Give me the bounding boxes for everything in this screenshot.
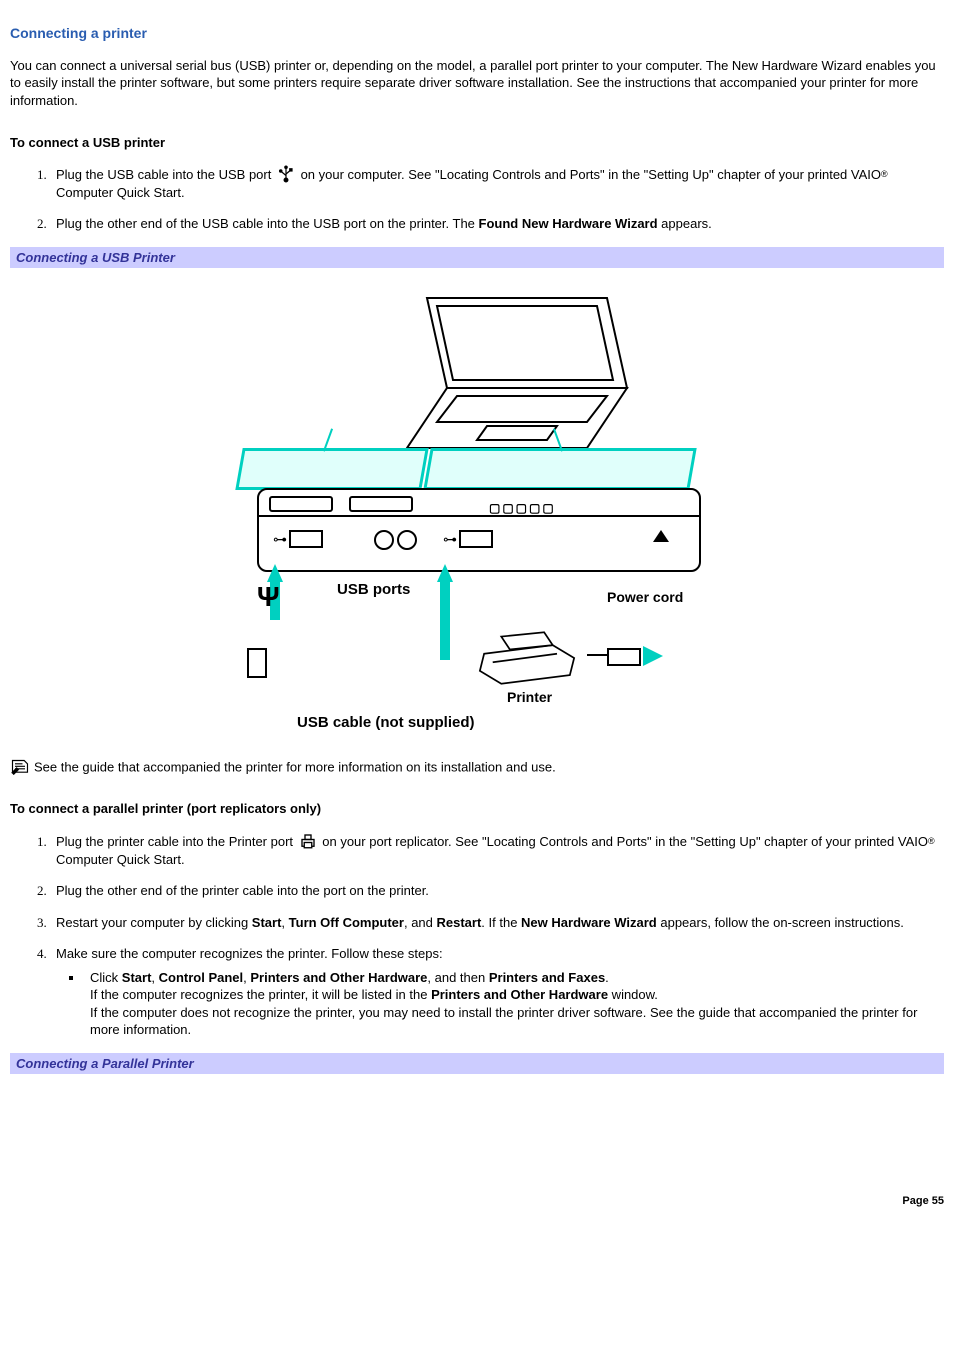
note-line: See the guide that accompanied the print… bbox=[10, 758, 944, 776]
b-l2c: window. bbox=[608, 987, 658, 1002]
callout-left bbox=[235, 448, 428, 490]
parallel-step-3: Restart your computer by clicking Start,… bbox=[50, 914, 944, 932]
parallel-step-2: Plug the other end of the printer cable … bbox=[50, 882, 944, 900]
b-b2: Control Panel bbox=[159, 970, 244, 985]
usb-step-1-text-b: on your computer. See "Locating Controls… bbox=[297, 167, 881, 182]
parallel-step-1-text-a: Plug the printer cable into the Printer … bbox=[56, 834, 297, 849]
parallel-steps: Plug the printer cable into the Printer … bbox=[10, 832, 944, 1039]
registered-mark: ® bbox=[881, 169, 888, 179]
usb-connector bbox=[247, 648, 267, 678]
usb-steps: Plug the USB cable into the USB port on … bbox=[10, 165, 944, 233]
parallel-step-1: Plug the printer cable into the Printer … bbox=[50, 832, 944, 868]
parallel-step-1-text-b: on your port replicator. See "Locating C… bbox=[319, 834, 928, 849]
b-s3: , and then bbox=[427, 970, 488, 985]
b-l2a: If the computer recognizes the printer, … bbox=[90, 987, 431, 1002]
parallel-step-4-bullet: Click Start, Control Panel, Printers and… bbox=[84, 969, 944, 1039]
section-heading: Connecting a printer bbox=[10, 24, 944, 43]
usb-step-1-text-c: Computer Quick Start. bbox=[56, 185, 185, 200]
parallel-step-4: Make sure the computer recognizes the pr… bbox=[50, 945, 944, 1039]
dock-illustration: ▢▢▢▢▢ ⊶ ⊶ bbox=[257, 488, 701, 572]
usb-stem-2 bbox=[440, 580, 450, 660]
p4-text: Make sure the computer recognizes the pr… bbox=[56, 946, 443, 961]
usb-subheading: To connect a USB printer bbox=[10, 134, 944, 152]
usb-port-icon bbox=[277, 165, 295, 183]
p3-b4: New Hardware Wizard bbox=[521, 915, 657, 930]
usb-glyph: Ψ bbox=[257, 578, 280, 616]
usb-figure: ▢▢▢▢▢ ⊶ ⊶ Ψ USB ports Printer Power cord… bbox=[227, 278, 727, 738]
printer-illustration bbox=[467, 628, 587, 688]
b-l2b: Printers and Other Hardware bbox=[431, 987, 608, 1002]
parallel-figure-caption: Connecting a Parallel Printer bbox=[10, 1053, 944, 1075]
registered-mark-2: ® bbox=[928, 836, 935, 846]
usb-step-2-text-b: appears. bbox=[658, 216, 712, 231]
page-footer: Page 55 bbox=[10, 1194, 944, 1209]
note-icon bbox=[10, 758, 30, 774]
usb-step-2: Plug the other end of the USB cable into… bbox=[50, 215, 944, 233]
p3-c: appears, follow the on-screen instructio… bbox=[657, 915, 904, 930]
plug-arrow bbox=[643, 646, 663, 666]
b-b3: Printers and Other Hardware bbox=[250, 970, 427, 985]
b-b4: Printers and Faxes bbox=[489, 970, 605, 985]
p3-b3: Restart bbox=[437, 915, 482, 930]
power-cord-label: Power cord bbox=[607, 588, 683, 607]
p3-b1: Start bbox=[252, 915, 282, 930]
p3-a: Restart your computer by clicking bbox=[56, 915, 252, 930]
note-text: See the guide that accompanied the print… bbox=[34, 760, 556, 775]
usb-step-2-bold: Found New Hardware Wizard bbox=[479, 216, 658, 231]
parallel-subheading: To connect a parallel printer (port repl… bbox=[10, 800, 944, 818]
p3-s3: . If the bbox=[481, 915, 521, 930]
laptop-illustration bbox=[387, 288, 647, 458]
usb-cable-label: USB cable (not supplied) bbox=[297, 713, 475, 733]
b-s1: , bbox=[151, 970, 158, 985]
usb-step-1: Plug the USB cable into the USB port on … bbox=[50, 165, 944, 201]
b-b1: Start bbox=[122, 970, 152, 985]
intro-paragraph: You can connect a universal serial bus (… bbox=[10, 57, 944, 110]
usb-step-2-text-a: Plug the other end of the USB cable into… bbox=[56, 216, 479, 231]
plug-illustration bbox=[607, 648, 641, 666]
b-a: Click bbox=[90, 970, 122, 985]
p3-b2: Turn Off Computer bbox=[289, 915, 404, 930]
usb-figure-caption: Connecting a USB Printer bbox=[10, 247, 944, 269]
p3-s2: , and bbox=[404, 915, 437, 930]
p3-s1: , bbox=[281, 915, 288, 930]
b-l3: If the computer does not recognize the p… bbox=[90, 1005, 917, 1038]
callout-right bbox=[423, 448, 696, 490]
parallel-step-4-bullets: Click Start, Control Panel, Printers and… bbox=[56, 969, 944, 1039]
b-s4: . bbox=[605, 970, 609, 985]
printer-port-icon bbox=[299, 832, 317, 850]
usb-ports-label: USB ports bbox=[337, 580, 410, 600]
printer-label: Printer bbox=[507, 688, 552, 707]
parallel-step-1-text-c: Computer Quick Start. bbox=[56, 852, 185, 867]
usb-step-1-text-a: Plug the USB cable into the USB port bbox=[56, 167, 275, 182]
cord-line bbox=[587, 654, 607, 656]
